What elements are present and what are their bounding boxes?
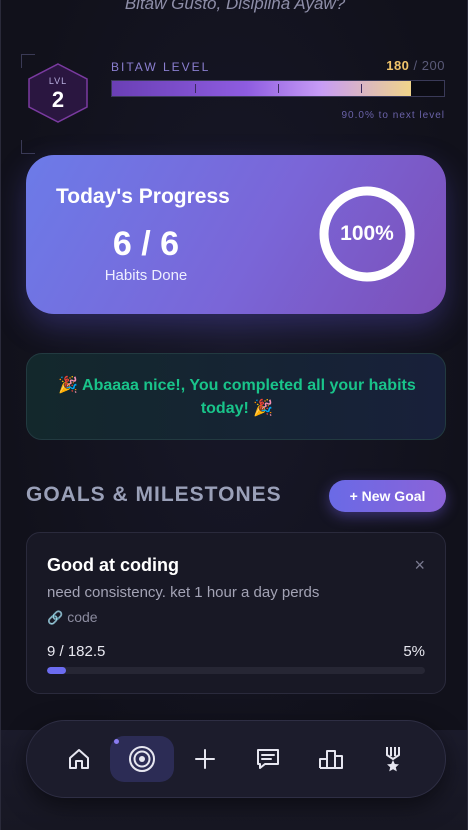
xp-separator: / bbox=[413, 58, 418, 73]
nav-add[interactable] bbox=[181, 736, 229, 782]
frame-corner bbox=[21, 140, 35, 154]
nav-chat[interactable] bbox=[244, 736, 292, 782]
home-icon bbox=[69, 749, 89, 769]
goal-description: need consistency. ket 1 hour a day perds bbox=[47, 584, 320, 601]
goal-tag: 🔗 code bbox=[47, 609, 98, 626]
completion-message: 🎉 Abaaaa nice!, You completed all your h… bbox=[58, 377, 416, 417]
level-badge: LVL 2 bbox=[25, 62, 91, 124]
nav-goals[interactable] bbox=[110, 736, 174, 782]
xp-max: 200 bbox=[421, 58, 445, 73]
habits-done-label: Habits Done bbox=[104, 267, 188, 284]
next-level-text: 90.0% to next level bbox=[341, 110, 445, 121]
target-icon bbox=[129, 746, 155, 772]
goal-title: Good at coding bbox=[47, 555, 179, 575]
xp-tick bbox=[361, 84, 362, 93]
nav-leaderboard[interactable] bbox=[307, 736, 355, 782]
progress-title: Today's Progress bbox=[56, 185, 230, 208]
leaderboard-icon bbox=[319, 750, 343, 769]
xp-readout: 180 / 200 bbox=[386, 58, 445, 73]
xp-bar-fill bbox=[112, 81, 411, 96]
nav-home[interactable] bbox=[55, 736, 103, 782]
plus-icon bbox=[195, 749, 215, 769]
new-goal-button[interactable]: + New Goal bbox=[329, 480, 446, 512]
bottom-nav bbox=[26, 720, 446, 798]
goal-tag-label: code bbox=[67, 609, 98, 625]
level-title: BITAW LEVEL bbox=[111, 60, 211, 74]
level-number: 2 bbox=[51, 87, 65, 112]
xp-tick bbox=[195, 84, 196, 93]
xp-tick bbox=[278, 84, 279, 93]
close-icon[interactable]: × bbox=[414, 555, 425, 576]
xp-current: 180 bbox=[386, 58, 410, 73]
completion-banner: 🎉 Abaaaa nice!, You completed all your h… bbox=[26, 353, 446, 440]
nav-achievements[interactable] bbox=[369, 736, 417, 782]
link-icon: 🔗 bbox=[47, 610, 64, 625]
todays-progress-card: Today's Progress 6 / 6 Habits Done 100% bbox=[26, 155, 446, 314]
goals-heading: GOALS & MILESTONES bbox=[26, 483, 282, 506]
xp-bar bbox=[111, 80, 445, 97]
app-screen: Bitaw Gusto, Disiplina Ayaw? LVL 2 BITAW… bbox=[0, 0, 468, 830]
tagline: Bitaw Gusto, Disiplina Ayaw? bbox=[124, 0, 346, 13]
level-badge-label: LVL bbox=[48, 76, 68, 86]
goal-progress-fill bbox=[47, 667, 66, 674]
chat-icon bbox=[257, 749, 279, 769]
goal-progress-value: 9 / 182.5 bbox=[47, 643, 106, 660]
goal-card[interactable]: Good at coding × need consistency. ket 1… bbox=[26, 532, 446, 694]
habits-count: 6 / 6 bbox=[112, 225, 180, 263]
progress-percent: 100% bbox=[340, 222, 394, 245]
goal-progress-bar bbox=[47, 667, 425, 674]
active-indicator bbox=[114, 739, 119, 744]
medal-icon bbox=[386, 747, 400, 772]
goal-progress-percent: 5% bbox=[403, 643, 425, 660]
level-header: LVL 2 BITAW LEVEL 180 / 200 90.0% to nex… bbox=[21, 54, 449, 154]
